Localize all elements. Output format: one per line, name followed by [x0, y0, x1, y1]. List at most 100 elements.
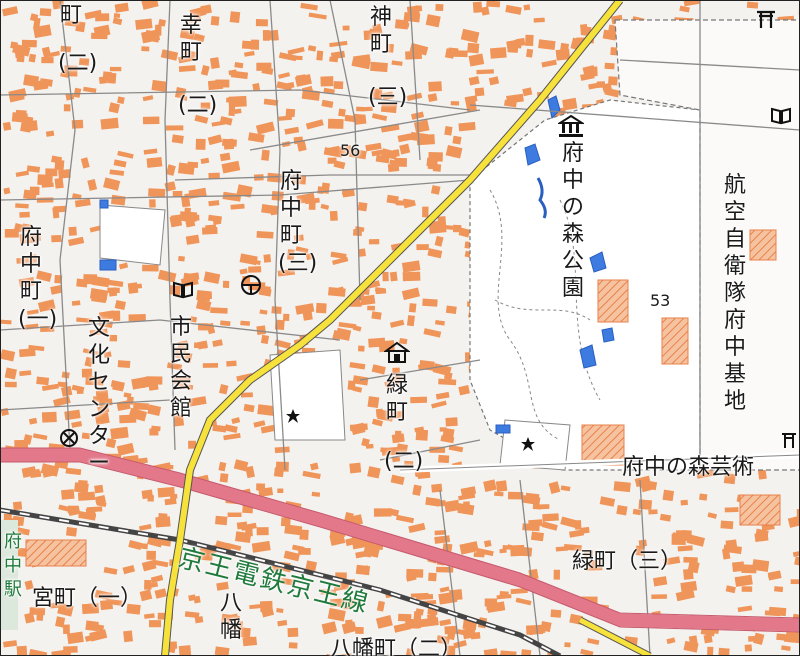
- building: [85, 507, 96, 519]
- building: [428, 572, 437, 582]
- town-label: 府中町: [279, 169, 302, 248]
- town-label: 神町: [369, 5, 392, 57]
- town-label: 八幡町（二）: [330, 637, 463, 656]
- town-label: (三): [368, 85, 408, 110]
- town-label: 町: [59, 3, 82, 28]
- building: [463, 501, 470, 509]
- building: [342, 25, 350, 31]
- building: [215, 515, 228, 526]
- building: [329, 210, 338, 221]
- building: [277, 488, 284, 493]
- building: [255, 19, 268, 27]
- building: [406, 315, 415, 327]
- town-label: (二): [178, 93, 218, 118]
- building: [288, 642, 298, 649]
- building: [227, 512, 242, 517]
- building: [109, 66, 122, 72]
- building: [148, 188, 166, 198]
- building: [41, 56, 54, 64]
- building: [240, 320, 251, 326]
- building: [12, 501, 23, 511]
- building: [731, 561, 745, 572]
- building: [525, 492, 540, 503]
- building: [151, 79, 167, 92]
- building: [474, 87, 485, 97]
- building: [495, 480, 508, 493]
- building: [228, 95, 247, 108]
- building: [3, 187, 11, 195]
- building: [252, 82, 261, 92]
- building: [117, 96, 125, 105]
- building: [261, 149, 270, 161]
- station-label: 府中駅: [4, 531, 22, 600]
- facility-2: [597, 279, 629, 323]
- building: [113, 13, 121, 19]
- museum-icon: [558, 114, 584, 137]
- building: [210, 16, 220, 26]
- building: [141, 543, 148, 550]
- building: [718, 647, 730, 656]
- building: [256, 231, 274, 239]
- building: [395, 200, 406, 206]
- building: [4, 367, 17, 380]
- map-view[interactable]: 町 (二) 幸町 (二) 神町 (三) 56 府中町 (三) 府中町 (一) 文…: [0, 0, 800, 656]
- building: [133, 402, 149, 410]
- building: [149, 199, 156, 208]
- building: [19, 348, 36, 358]
- building: [422, 206, 429, 218]
- building: [402, 271, 421, 282]
- building: [207, 79, 224, 91]
- small-park: [99, 204, 166, 266]
- building: [202, 362, 219, 368]
- building: [76, 389, 84, 394]
- building: [680, 499, 689, 506]
- building: [77, 491, 96, 501]
- building: [382, 271, 389, 282]
- building: [234, 108, 242, 114]
- building: [285, 108, 296, 118]
- building: [744, 644, 753, 652]
- building: [724, 507, 739, 513]
- building: [135, 18, 153, 30]
- building: [178, 255, 185, 262]
- building: [513, 39, 522, 49]
- building: [486, 602, 503, 611]
- building: [356, 106, 365, 112]
- building: [54, 177, 64, 189]
- elevation-label: 53: [650, 291, 671, 310]
- building: [141, 46, 150, 52]
- building: [142, 264, 159, 272]
- town-label: 宮町（一）: [32, 586, 143, 611]
- town-label: 八幡: [219, 591, 242, 643]
- building: [707, 646, 714, 656]
- building: [193, 595, 201, 604]
- building: [681, 529, 692, 542]
- building: [444, 126, 453, 136]
- building: [271, 306, 282, 314]
- building: [426, 157, 438, 168]
- building: [41, 411, 57, 423]
- building: [164, 464, 174, 470]
- building: [123, 630, 133, 643]
- facility-6: [739, 494, 781, 526]
- building: [613, 481, 631, 493]
- building: [51, 234, 62, 243]
- building: [790, 579, 800, 585]
- building: [54, 159, 65, 171]
- building: [24, 120, 38, 132]
- town-label: (二): [384, 449, 424, 474]
- building: [15, 203, 29, 209]
- building: [371, 311, 382, 320]
- building: [410, 396, 428, 404]
- building: [651, 594, 667, 599]
- building: [525, 48, 534, 58]
- building: [486, 0, 501, 8]
- building: [327, 157, 337, 164]
- building: [16, 54, 25, 63]
- facility-label: 府中の森芸術: [622, 455, 755, 480]
- facility-3: [661, 317, 689, 365]
- town-label: 緑町（三）: [572, 549, 683, 574]
- building: [720, 520, 734, 530]
- building: [58, 169, 71, 179]
- building: [68, 226, 77, 236]
